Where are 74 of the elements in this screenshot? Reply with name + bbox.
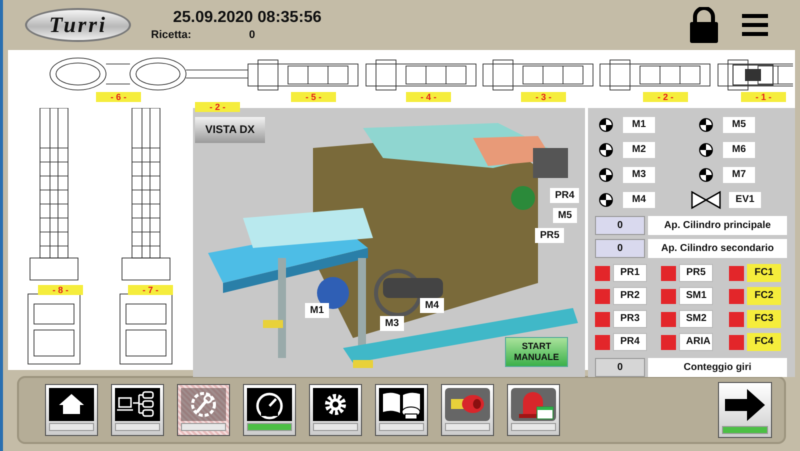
valve-label: EV1 <box>729 192 761 208</box>
wrench-gear-icon <box>181 388 226 421</box>
station-label: - 3 - <box>521 92 566 102</box>
motor-icon <box>599 168 613 182</box>
motor-label: M7 <box>723 166 755 182</box>
motor-icon <box>599 118 613 132</box>
sensor-label: FC2 <box>747 287 781 305</box>
sensor-label: SM1 <box>679 287 713 305</box>
home-button[interactable] <box>45 384 98 436</box>
component-label: M5 <box>553 208 577 223</box>
logo: Turri <box>25 8 131 42</box>
sensor-label: ARIA <box>679 333 713 351</box>
sensor-label: PR5 <box>679 264 713 282</box>
motor-label: M3 <box>623 166 655 182</box>
valve-icon <box>691 190 721 208</box>
cylinder-label: Ap. Cilindro secondario <box>648 239 787 258</box>
component-label: M3 <box>380 316 404 331</box>
counter-value: 0 <box>595 358 645 377</box>
sensor-label: PR4 <box>613 333 647 351</box>
gear-icon <box>313 388 358 421</box>
motor-label: M1 <box>623 116 655 132</box>
book-button[interactable] <box>375 384 428 436</box>
right-arrow-icon <box>722 386 767 424</box>
sensor-label: FC4 <box>747 333 781 351</box>
gauge-icon <box>247 388 292 421</box>
sensor-label: SM2 <box>679 310 713 328</box>
motor-icon <box>699 168 713 182</box>
view-label: - 2 - <box>195 102 240 112</box>
motor-icon <box>599 142 613 156</box>
component-label: PR5 <box>535 228 564 243</box>
component-label: M4 <box>420 298 444 313</box>
siren-button[interactable] <box>507 384 560 436</box>
gauge-button[interactable] <box>243 384 296 436</box>
station-label: - 1 - <box>741 92 786 102</box>
station-label: - 6 - <box>96 92 141 102</box>
right-arrow-button[interactable] <box>718 382 772 438</box>
cylinder-label: Ap. Cilindro principale <box>648 216 787 235</box>
recipe-value: 0 <box>249 29 256 41</box>
motor-label: M6 <box>723 142 755 158</box>
motor-icon <box>699 142 713 156</box>
station-label: - 7 - <box>128 285 173 295</box>
station-label: - 5 - <box>291 92 336 102</box>
network-icon <box>115 388 160 421</box>
value-field: 0 <box>595 239 645 258</box>
sensor-label: FC1 <box>747 264 781 282</box>
value-field: 0 <box>595 216 645 235</box>
component-label: M1 <box>305 303 329 318</box>
sensor-label: PR3 <box>613 310 647 328</box>
date-time: 25.09.2020 08:35:56 <box>172 9 322 27</box>
motor-label: M2 <box>623 142 655 158</box>
motor-label: M4 <box>623 192 655 208</box>
siren-icon <box>511 388 556 421</box>
network-button[interactable] <box>111 384 164 436</box>
sensor-label: FC3 <box>747 310 781 328</box>
sensor-label: PR2 <box>613 287 647 305</box>
gear-button[interactable] <box>309 384 362 436</box>
lock-icon[interactable] <box>688 7 720 43</box>
counter-label: Conteggio giri <box>648 358 787 377</box>
recipe-label: Ricetta: <box>151 29 192 41</box>
start-button[interactable]: START MANUALE <box>505 337 568 367</box>
station-label: - 2 - <box>643 92 688 102</box>
component-label: PR4 <box>550 188 580 203</box>
station-label: - 4 - <box>406 92 451 102</box>
cylinder-icon <box>445 388 490 421</box>
motor-icon <box>599 192 613 206</box>
motor-icon <box>699 118 713 132</box>
home-icon <box>49 388 94 421</box>
menu-icon[interactable] <box>742 13 768 37</box>
sensor-label: PR1 <box>613 264 647 282</box>
view-button[interactable]: VISTA DX <box>195 117 265 143</box>
station-label: - 8 - <box>38 285 83 295</box>
cylinder-button[interactable] <box>441 384 494 436</box>
motor-label: M5 <box>723 116 755 132</box>
book-icon <box>379 388 424 421</box>
